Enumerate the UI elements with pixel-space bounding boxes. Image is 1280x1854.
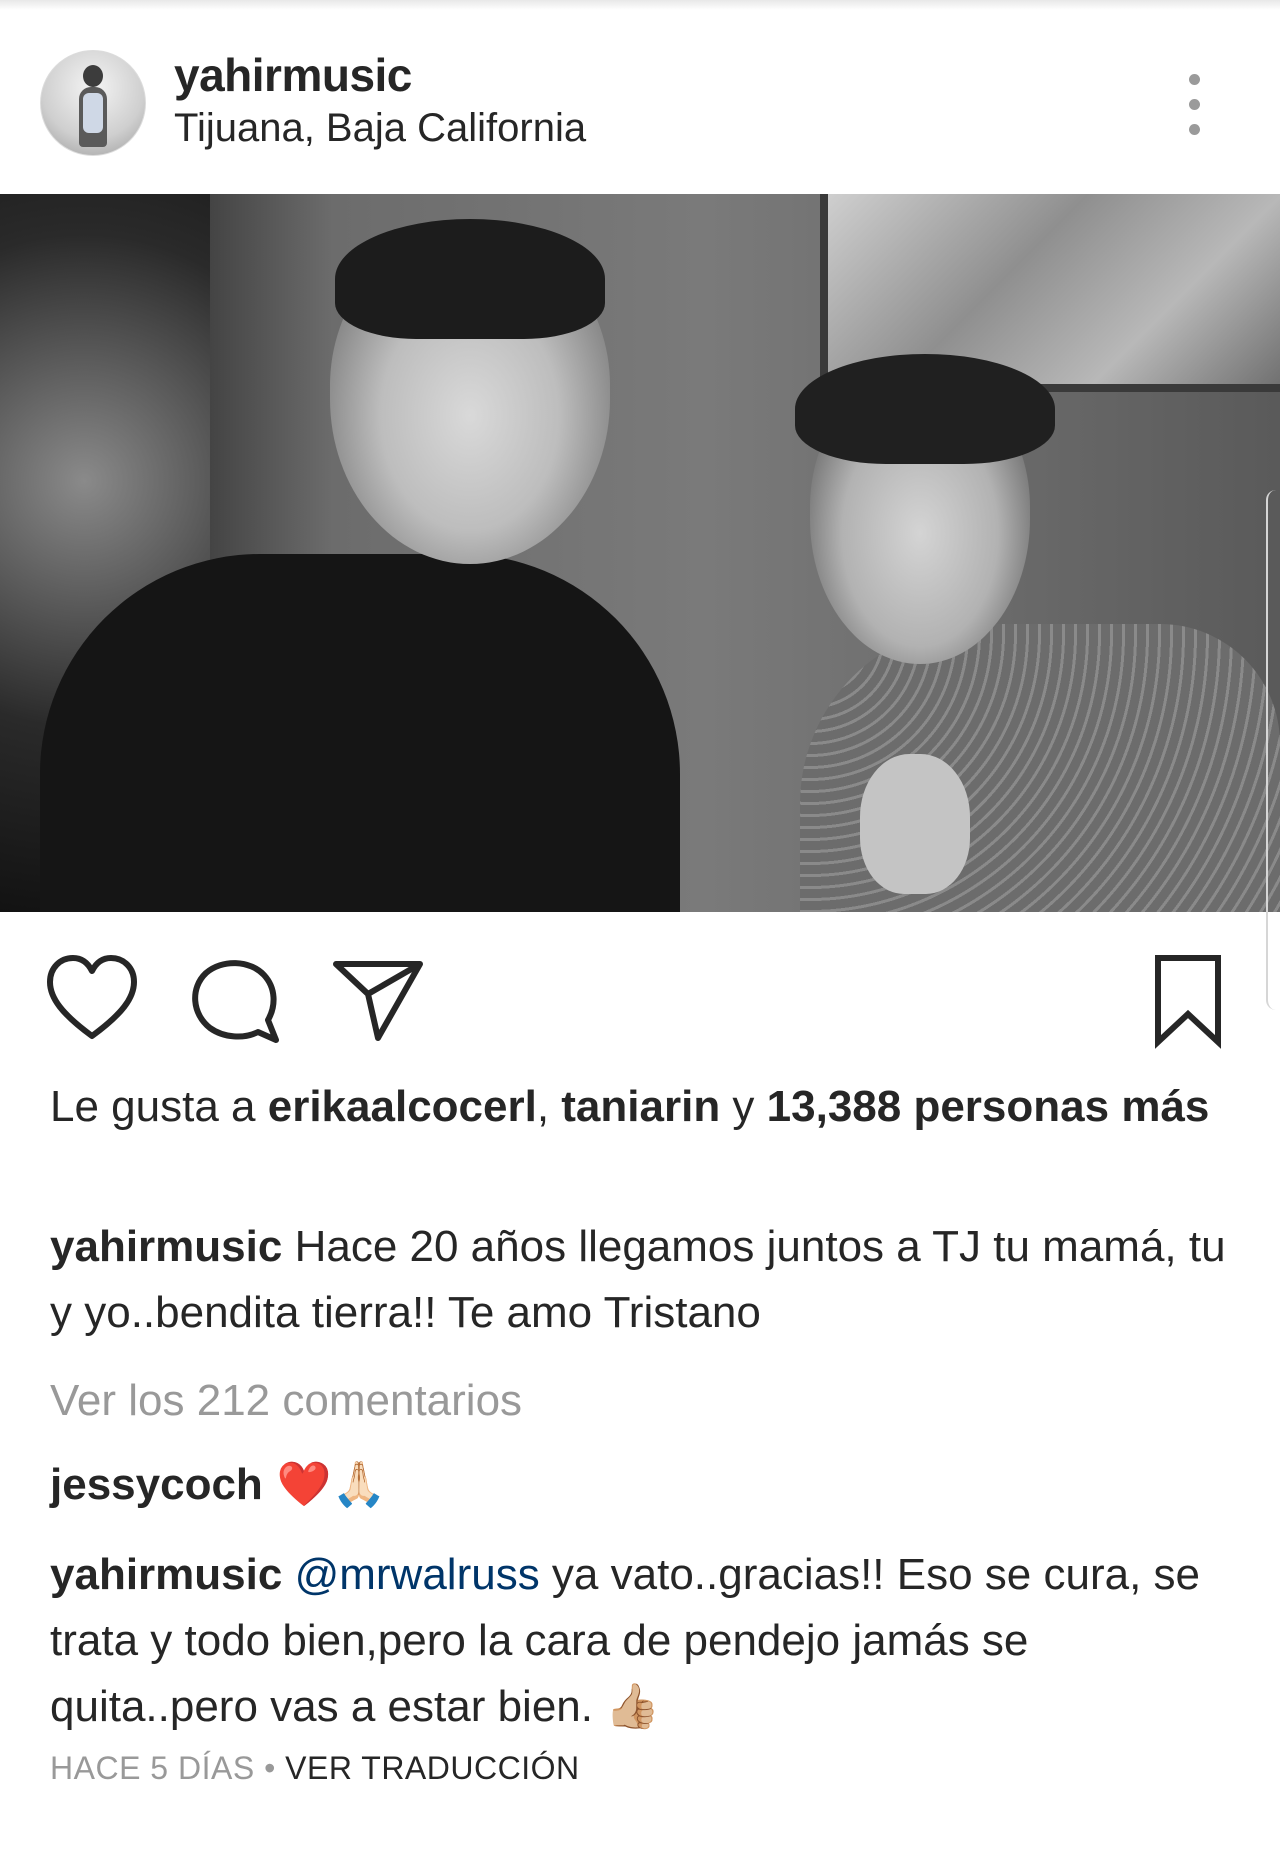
post-timestamp: HACE 5 DÍAS — [50, 1750, 255, 1786]
action-bar — [0, 940, 1280, 1060]
meta-dot: • — [254, 1750, 286, 1786]
likes-conjunction: y — [720, 1082, 767, 1131]
post-location[interactable]: Tijuana, Baja California — [174, 106, 586, 151]
see-translation-link[interactable]: VER TRADUCCIÓN — [285, 1750, 579, 1786]
post-caption: yahirmusic Hace 20 años llegamos juntos … — [50, 1214, 1230, 1346]
likes-summary[interactable]: Le gusta a erikaalcocerl, taniarin y 13,… — [50, 1074, 1230, 1140]
view-all-comments-link[interactable]: Ver los 212 comentarios — [50, 1368, 1230, 1434]
avatar[interactable] — [40, 50, 146, 156]
post-header: yahirmusic Tijuana, Baja California — [0, 40, 1280, 170]
likes-separator: , — [536, 1082, 562, 1131]
scroll-indicator — [1266, 490, 1280, 1010]
heart-outline-icon[interactable] — [42, 950, 142, 1050]
bookmark-icon[interactable] — [1138, 950, 1238, 1050]
post-meta: HACE 5 DÍAS • VER TRADUCCIÓN — [50, 1750, 580, 1787]
caption-username[interactable]: yahirmusic — [50, 1222, 282, 1271]
more-dot-icon — [1189, 124, 1200, 135]
more-dot-icon — [1189, 99, 1200, 110]
speech-bubble-icon[interactable] — [184, 950, 284, 1050]
liker-link[interactable]: erikaalcocerl — [268, 1082, 537, 1131]
comment-username[interactable]: yahirmusic — [50, 1550, 282, 1599]
comment-username[interactable]: jessycoch — [50, 1460, 263, 1509]
post-username[interactable]: yahirmusic — [174, 48, 412, 102]
comment-mention[interactable]: @mrwalruss — [295, 1550, 540, 1599]
comment-text: ❤️🙏🏻 — [262, 1459, 387, 1510]
top-divider — [0, 0, 1280, 10]
paper-plane-icon[interactable] — [328, 950, 428, 1050]
likes-count[interactable]: 13,388 personas más — [767, 1082, 1210, 1131]
more-dot-icon — [1189, 74, 1200, 85]
comment-item: yahirmusic @mrwalruss ya vato..gracias!!… — [50, 1542, 1230, 1740]
post-photo[interactable] — [0, 194, 1280, 912]
comment-item: jessycoch ❤️🙏🏻 — [50, 1452, 1230, 1518]
liker-link[interactable]: taniarin — [561, 1082, 720, 1131]
more-options-button[interactable] — [1170, 70, 1220, 140]
likes-prefix: Le gusta a — [50, 1082, 268, 1131]
